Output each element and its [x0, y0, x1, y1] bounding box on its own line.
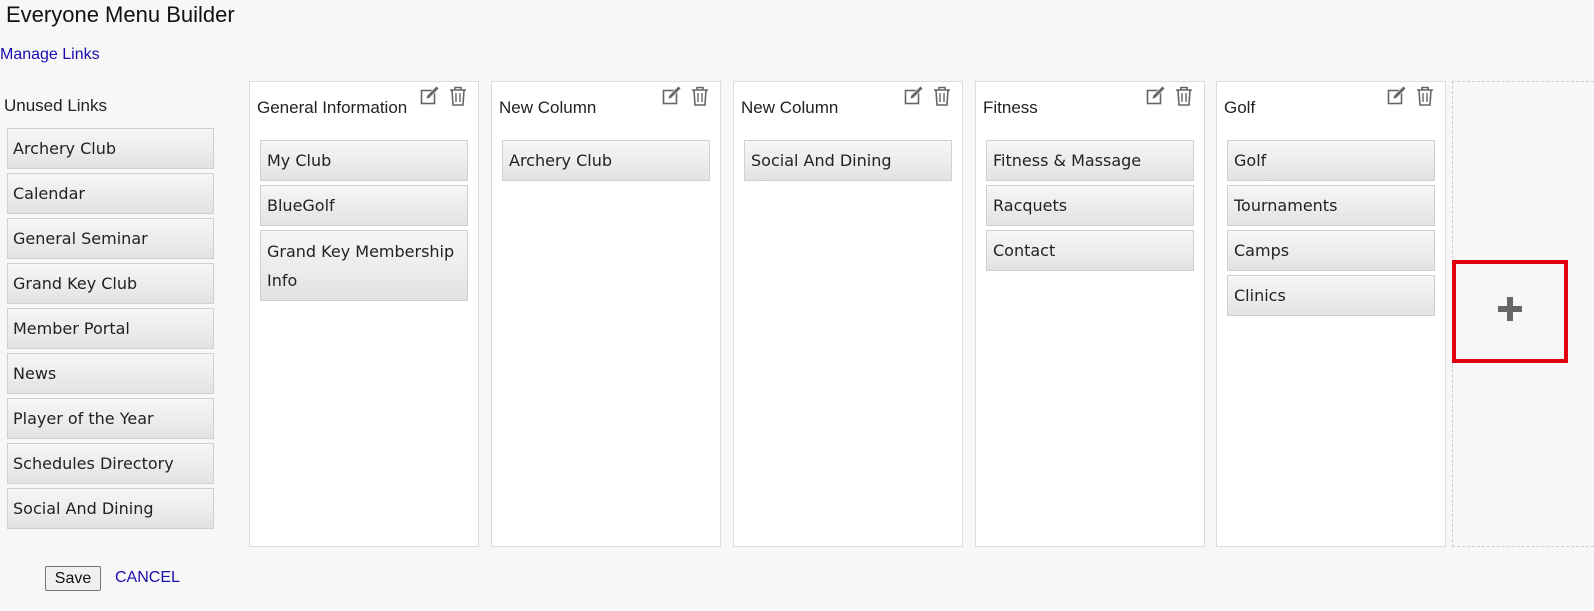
unused-link-item[interactable]: Archery Club [7, 128, 214, 169]
column-link-item[interactable]: Archery Club [502, 140, 710, 181]
unused-link-item[interactable]: Grand Key Club [7, 263, 214, 304]
unused-link-item[interactable]: General Seminar [7, 218, 214, 259]
column-link-item[interactable]: Clinics [1227, 275, 1435, 316]
column-link-item[interactable]: My Club [260, 140, 468, 181]
menu-column: New Column Archery Club [491, 81, 721, 547]
edit-icon[interactable] [661, 85, 683, 107]
edit-icon[interactable] [419, 85, 441, 107]
column-link-item[interactable]: Golf [1227, 140, 1435, 181]
column-title: Golf [1224, 98, 1256, 117]
trash-icon[interactable] [931, 85, 953, 107]
unused-links-panel: Unused Links Archery Club Calendar Gener… [0, 82, 218, 533]
edit-icon[interactable] [1386, 85, 1408, 107]
unused-links-header: Unused Links [4, 96, 108, 115]
manage-links-link[interactable]: Manage Links [0, 46, 100, 64]
page-title: Everyone Menu Builder [6, 2, 235, 27]
edit-icon[interactable] [903, 85, 925, 107]
plus-icon [1496, 295, 1524, 328]
column-title: Fitness [983, 98, 1038, 117]
unused-link-item[interactable]: Calendar [7, 173, 214, 214]
column-link-item[interactable]: Camps [1227, 230, 1435, 271]
menu-column: Fitness Fitness & Massage Racquets Conta… [975, 81, 1205, 547]
unused-link-item[interactable]: News [7, 353, 214, 394]
column-link-item[interactable]: Racquets [986, 185, 1194, 226]
menu-column: New Column Social And Dining [733, 81, 963, 547]
menu-column: Golf Golf Tournaments Camps Clinics [1216, 81, 1446, 547]
column-link-item[interactable]: Fitness & Massage [986, 140, 1194, 181]
unused-link-item[interactable]: Social And Dining [7, 488, 214, 529]
cancel-link[interactable]: CANCEL [115, 569, 180, 587]
column-link-item[interactable]: Contact [986, 230, 1194, 271]
unused-link-item[interactable]: Player of the Year [7, 398, 214, 439]
trash-icon[interactable] [1173, 85, 1195, 107]
edit-icon[interactable] [1145, 85, 1167, 107]
unused-link-item[interactable]: Schedules Directory [7, 443, 214, 484]
column-link-item[interactable]: Social And Dining [744, 140, 952, 181]
trash-icon[interactable] [689, 85, 711, 107]
column-link-item[interactable]: Tournaments [1227, 185, 1435, 226]
unused-link-item[interactable]: Member Portal [7, 308, 214, 349]
column-title: New Column [499, 98, 597, 117]
column-link-item[interactable]: BlueGolf [260, 185, 468, 226]
trash-icon[interactable] [447, 85, 469, 107]
column-title: General Information [257, 98, 408, 117]
save-button[interactable]: Save [45, 566, 101, 591]
column-title: New Column [741, 98, 839, 117]
add-column-button[interactable] [1452, 260, 1568, 363]
trash-icon[interactable] [1414, 85, 1436, 107]
menu-column: General Information My Club BlueGolf Gra… [249, 81, 479, 547]
column-link-item[interactable]: Grand Key Membership Info [260, 230, 468, 301]
